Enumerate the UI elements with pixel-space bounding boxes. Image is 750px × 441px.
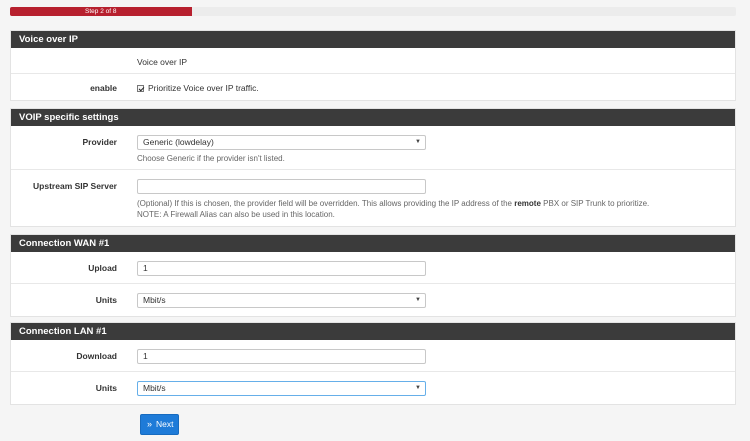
provider-label: Provider — [82, 137, 118, 147]
sip-help-part1: (Optional) If this is chosen, the provid… — [137, 199, 515, 208]
voip-panel-heading: Voice over IP — [11, 31, 735, 48]
enable-label: enable — [90, 83, 117, 93]
voip-settings-heading: VOIP specific settings — [11, 109, 735, 126]
wan-units-select[interactable]: Mbit/s ▼ — [137, 293, 426, 308]
wan-units-row: Units Mbit/s ▼ — [11, 284, 735, 316]
provider-row: Provider Generic (lowdelay) ▼ Choose Gen… — [11, 126, 735, 170]
enable-checkbox-wrapper[interactable]: Prioritize Voice over IP traffic. — [137, 83, 259, 93]
sip-server-control: (Optional) If this is chosen, the provid… — [137, 179, 727, 220]
wan-units-label: Units — [95, 295, 117, 305]
provider-select[interactable]: Generic (lowdelay) ▼ — [137, 135, 426, 150]
sip-server-label: Upstream SIP Server — [33, 181, 117, 191]
voip-settings-panel: VOIP specific settings Provider Generic … — [10, 108, 736, 227]
chevron-down-icon: ▼ — [415, 139, 421, 145]
next-button[interactable]: » Next — [140, 414, 179, 435]
lan-units-select[interactable]: Mbit/s ▼ — [137, 381, 426, 396]
sip-server-row: Upstream SIP Server (Optional) If this i… — [11, 170, 735, 226]
provider-help: Choose Generic if the provider isn't lis… — [137, 154, 285, 163]
download-row: Download 1 — [11, 340, 735, 372]
lan-units-control: Mbit/s ▼ — [137, 381, 426, 396]
sip-help-bold: remote — [514, 199, 541, 208]
lan-units-label: Units — [95, 383, 117, 393]
wan-units-value: Mbit/s — [143, 295, 166, 305]
wan-units-control: Mbit/s ▼ — [137, 293, 426, 308]
sip-server-input[interactable] — [137, 179, 426, 194]
enable-checkbox[interactable] — [137, 85, 144, 92]
upload-label: Upload — [88, 263, 117, 273]
chevron-down-icon: ▼ — [415, 297, 421, 303]
voip-title-text: Voice over IP — [137, 57, 188, 67]
lan-panel: Connection LAN #1 Download 1 Units Mbit/… — [10, 322, 736, 405]
download-input[interactable]: 1 — [137, 349, 426, 364]
download-control: 1 — [137, 349, 426, 364]
sip-server-help: (Optional) If this is chosen, the provid… — [137, 198, 727, 209]
lan-units-value: Mbit/s — [143, 383, 166, 393]
upload-row: Upload 1 — [11, 252, 735, 284]
upload-control: 1 — [137, 261, 426, 276]
wan-panel-heading: Connection WAN #1 — [11, 235, 735, 252]
voip-title-row: Voice over IP — [11, 48, 735, 74]
provider-control: Generic (lowdelay) ▼ Choose Generic if t… — [137, 135, 426, 164]
wizard-progress-bar: Step 2 of 8 — [10, 7, 736, 16]
next-button-label: Next — [156, 419, 174, 429]
sip-server-note: NOTE: A Firewall Alias can also be used … — [137, 210, 335, 219]
voip-panel: Voice over IP Voice over IP enable Prior… — [10, 30, 736, 101]
lan-panel-heading: Connection LAN #1 — [11, 323, 735, 340]
upload-input[interactable]: 1 — [137, 261, 426, 276]
provider-select-value: Generic (lowdelay) — [143, 137, 214, 147]
enable-checkbox-text: Prioritize Voice over IP traffic. — [148, 83, 259, 93]
sip-help-part2: PBX or SIP Trunk to prioritize. — [540, 199, 650, 208]
lan-units-row: Units Mbit/s ▼ — [11, 372, 735, 404]
progress-fill: Step 2 of 8 — [10, 7, 192, 16]
download-label: Download — [76, 351, 117, 361]
double-chevron-right-icon: » — [147, 419, 153, 429]
chevron-down-icon: ▼ — [415, 385, 421, 391]
voip-enable-row: enable Prioritize Voice over IP traffic. — [11, 74, 735, 100]
wan-panel: Connection WAN #1 Upload 1 Units Mbit/s … — [10, 234, 736, 317]
